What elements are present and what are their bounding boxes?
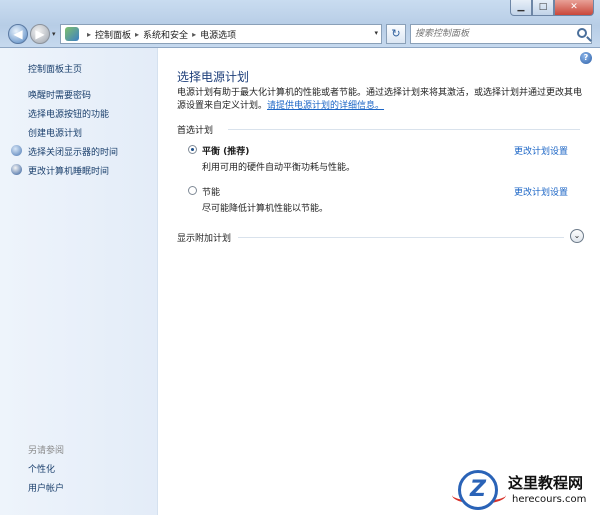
group-divider xyxy=(238,237,564,238)
breadcrumb-control-panel[interactable]: 控制面板 xyxy=(95,28,131,41)
plan-balanced-name[interactable]: 平衡 (推荐) xyxy=(202,144,249,157)
more-info-link[interactable]: 请提供电源计划的详细信息。 xyxy=(267,101,384,111)
plan-balanced-desc: 利用可用的硬件自动平衡功耗与性能。 xyxy=(202,163,356,173)
search-input[interactable] xyxy=(415,25,565,43)
breadcrumb-separator[interactable]: ▸ xyxy=(87,30,91,39)
page-title: 选择电源计划 xyxy=(177,70,250,84)
search-icon[interactable] xyxy=(577,28,587,38)
sidebar-home-link[interactable]: 控制面板主页 xyxy=(28,62,82,75)
maximize-button[interactable]: □ xyxy=(532,0,554,16)
forward-button[interactable]: ▶ xyxy=(30,24,50,44)
monitor-icon xyxy=(11,145,22,156)
plan-balanced-change-settings[interactable]: 更改计划设置 xyxy=(514,144,568,157)
minimize-button[interactable]: ▁ xyxy=(510,0,532,16)
breadcrumb-power-options[interactable]: 电源选项 xyxy=(200,28,236,41)
breadcrumb-separator[interactable]: ▸ xyxy=(192,30,196,39)
sidebar-item-wake-password[interactable]: 唤醒时需要密码 xyxy=(28,88,91,101)
sidebar-item-power-button[interactable]: 选择电源按钮的功能 xyxy=(28,107,109,120)
page-description: 电源计划有助于最大化计算机的性能或者节能。通过选择计划来将其激活，或选择计划并通… xyxy=(177,87,585,113)
address-bar[interactable]: ▸ 控制面板 ▸ 系统和安全 ▸ 电源选项 ▾ xyxy=(60,24,382,44)
plan-power-saver-name[interactable]: 节能 xyxy=(202,185,220,198)
main-content: ? 选择电源计划 电源计划有助于最大化计算机的性能或者节能。通过选择计划来将其激… xyxy=(158,48,600,515)
sidebar-item-personalization[interactable]: 个性化 xyxy=(28,462,55,475)
history-dropdown-icon[interactable]: ▾ xyxy=(52,30,56,38)
preferred-plans-label: 首选计划 xyxy=(177,126,214,136)
title-bar: ▁ □ ✕ ◀ ▶ ▾ ▸ 控制面板 ▸ 系统和安全 ▸ 电源选项 ▾ ↻ xyxy=(0,0,600,48)
sidebar: 控制面板主页 唤醒时需要密码 选择电源按钮的功能 创建电源计划 选择关闭显示器的… xyxy=(0,48,158,515)
plan-balanced: 平衡 (推荐) 利用可用的硬件自动平衡功耗与性能。 更改计划设置 xyxy=(188,144,588,174)
logo-title: 这里教程网 xyxy=(508,474,584,492)
group-divider xyxy=(228,129,580,130)
logo-subtitle: herecours.com xyxy=(512,494,587,505)
window-controls: ▁ □ ✕ xyxy=(510,0,594,16)
site-logo: Z 这里教程网 herecours.com xyxy=(452,466,600,515)
sidebar-item-display-off[interactable]: 选择关闭显示器的时间 xyxy=(28,145,118,158)
breadcrumb-system-security[interactable]: 系统和安全 xyxy=(143,28,188,41)
show-more-plans-label[interactable]: 显示附加计划 xyxy=(177,231,231,244)
logo-mark-icon: Z xyxy=(458,470,498,510)
sidebar-item-create-plan[interactable]: 创建电源计划 xyxy=(28,126,82,139)
plan-power-saver-desc: 尽可能降低计算机性能以节能。 xyxy=(202,204,329,214)
back-button[interactable]: ◀ xyxy=(8,24,28,44)
sidebar-item-sleep-time[interactable]: 更改计算机睡眠时间 xyxy=(28,164,109,177)
sleep-icon xyxy=(11,164,22,175)
chevron-down-icon[interactable]: ⌄ xyxy=(570,229,584,243)
breadcrumb-separator[interactable]: ▸ xyxy=(135,30,139,39)
help-icon[interactable]: ? xyxy=(580,52,592,64)
search-box[interactable] xyxy=(410,24,592,44)
plan-power-saver: 节能 尽可能降低计算机性能以节能。 更改计划设置 xyxy=(188,185,588,215)
close-button[interactable]: ✕ xyxy=(554,0,594,16)
address-dropdown-icon[interactable]: ▾ xyxy=(374,29,378,37)
plan-power-saver-radio[interactable] xyxy=(188,186,197,195)
plan-balanced-radio[interactable] xyxy=(188,145,197,154)
plan-power-saver-change-settings[interactable]: 更改计划设置 xyxy=(514,185,568,198)
refresh-button[interactable]: ↻ xyxy=(386,24,406,44)
control-panel-icon xyxy=(65,27,79,41)
navigation-bar: ◀ ▶ ▾ ▸ 控制面板 ▸ 系统和安全 ▸ 电源选项 ▾ ↻ xyxy=(0,20,600,48)
sidebar-item-user-accounts[interactable]: 用户帐户 xyxy=(28,481,64,494)
see-also-label: 另请参阅 xyxy=(28,446,65,456)
